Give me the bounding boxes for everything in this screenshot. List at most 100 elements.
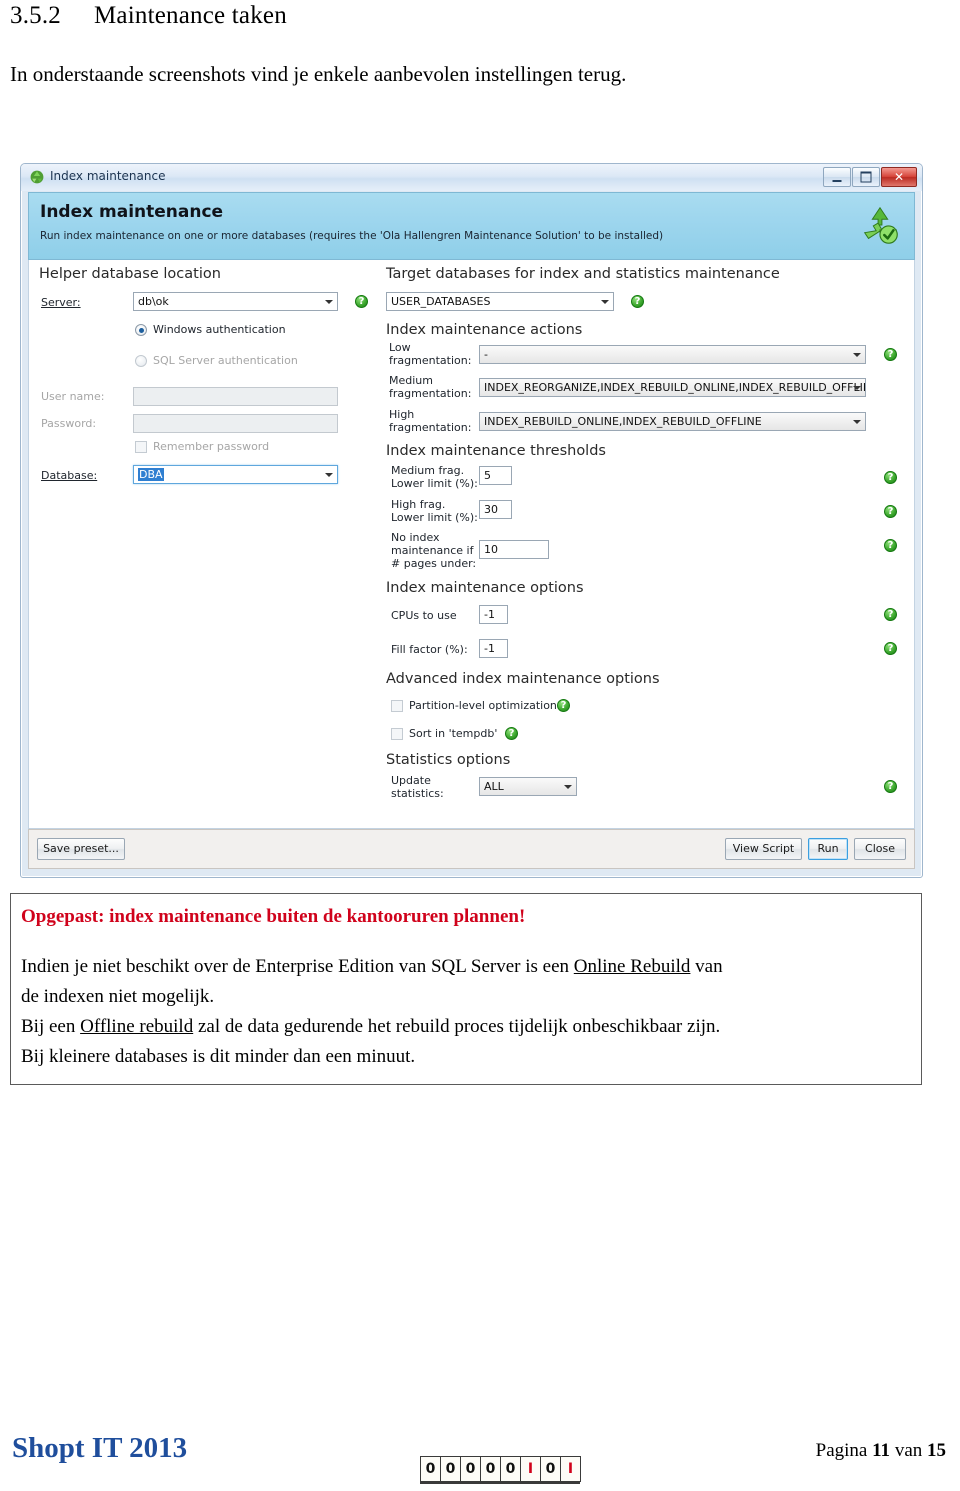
window-footer-bar: Save preset... View Script Run Close (28, 829, 915, 869)
medium-frag-label-line1: Medium (389, 374, 433, 387)
note-line-4: Bij kleinere databases is dit minder dan… (21, 1046, 416, 1067)
password-input[interactable] (133, 414, 338, 433)
page-number: 11 (872, 1440, 891, 1461)
cpus-value: -1 (484, 608, 495, 621)
help-icon-no-maintenance[interactable] (884, 539, 897, 552)
medium-fragmentation-select[interactable]: INDEX_REORGANIZE,INDEX_REBUILD_ONLINE,IN… (479, 378, 866, 397)
chevron-down-icon (853, 353, 861, 357)
offline-rebuild-term: Offline rebuild (80, 1016, 194, 1037)
thresholds-section-title: Index maintenance thresholds (386, 443, 606, 459)
actions-section-title: Index maintenance actions (386, 322, 583, 338)
help-icon-server[interactable] (355, 295, 368, 308)
high-limit-label-line1: High frag. (391, 498, 446, 511)
help-icon-medium-limit[interactable] (884, 471, 897, 484)
heading-number: 3.5.2 (10, 2, 61, 29)
close-dialog-button[interactable]: Close (854, 838, 906, 860)
no-maintenance-pages-input[interactable]: 10 (479, 540, 549, 559)
sort-tempdb-label: Sort in 'tempdb' (409, 727, 498, 740)
partition-level-label: Partition-level optimization (409, 699, 557, 712)
high-fragmentation-select[interactable]: INDEX_REBUILD_ONLINE,INDEX_REBUILD_OFFLI… (479, 412, 866, 431)
high-fragmentation-value: INDEX_REBUILD_ONLINE,INDEX_REBUILD_OFFLI… (484, 415, 762, 428)
help-icon-target-databases[interactable] (631, 295, 644, 308)
help-icon-fragmentation-actions[interactable] (884, 348, 897, 361)
update-statistics-select[interactable]: ALL (479, 777, 577, 796)
banner-subtitle: Run index maintenance on one or more dat… (40, 230, 664, 242)
target-db-section-title: Target databases for index and statistic… (386, 266, 780, 282)
statistics-section-title: Statistics options (386, 752, 511, 768)
save-preset-button[interactable]: Save preset... (37, 838, 125, 860)
help-icon-sort-tempdb[interactable] (505, 727, 518, 740)
help-icon-update-statistics[interactable] (884, 780, 897, 793)
chevron-down-icon (564, 785, 572, 789)
help-icon-partition-level[interactable] (557, 699, 570, 712)
high-lower-limit-input[interactable]: 30 (479, 500, 512, 519)
partition-level-checkbox[interactable] (391, 700, 403, 712)
note-line-1: Indien je niet beschikt over de Enterpri… (21, 956, 723, 978)
low-fragmentation-value: - (484, 348, 488, 361)
cpus-input[interactable]: -1 (479, 605, 508, 624)
chevron-down-icon (325, 300, 333, 304)
page-total: 15 (927, 1440, 946, 1461)
username-input[interactable] (133, 387, 338, 406)
high-frag-label-line2: fragmentation: (389, 421, 472, 434)
database-input[interactable]: DBA (133, 465, 338, 484)
note-line-3-a: Bij een (21, 1016, 81, 1037)
fill-factor-label: Fill factor (%): (391, 643, 468, 656)
medium-lower-limit-value: 5 (484, 469, 491, 482)
windows-auth-radio[interactable] (135, 324, 147, 336)
fill-factor-input[interactable]: -1 (479, 639, 508, 658)
window-title: Index maintenance (50, 169, 166, 183)
footer-brand: Shopt IT 2013 (12, 1432, 188, 1464)
chevron-down-icon (325, 473, 333, 477)
server-input[interactable]: db\ok (133, 292, 338, 311)
note-line-2: de indexen niet mogelijk. (21, 986, 215, 1007)
server-value: db\ok (138, 295, 169, 308)
counter-digit: 0 (501, 1457, 521, 1481)
low-frag-label-line2: fragmentation: (389, 354, 472, 367)
document-page: 3.5.2 Maintenance taken In onderstaande s… (0, 0, 960, 1491)
target-databases-value: USER_DATABASES (391, 295, 491, 308)
medium-lower-limit-input[interactable]: 5 (479, 466, 512, 485)
fill-factor-value: -1 (484, 642, 495, 655)
counter-digit: 0 (481, 1457, 501, 1481)
update-statistics-label-line2: statistics: (391, 787, 444, 800)
footer-page-indicator: Pagina 11 van 15 (816, 1440, 946, 1462)
no-maintenance-pages-value: 10 (484, 543, 498, 556)
warning-headline: Opgepast: index maintenance buiten de ka… (21, 906, 526, 927)
close-icon: ✕ (893, 170, 905, 184)
low-fragmentation-select[interactable]: - (479, 345, 866, 364)
sort-tempdb-checkbox[interactable] (391, 728, 403, 740)
no-maintenance-label-line1: No index (391, 531, 440, 544)
help-icon-high-limit[interactable] (884, 505, 897, 518)
high-limit-label-line2: Lower limit (%): (391, 511, 478, 524)
warning-note-box: Opgepast: index maintenance buiten de ka… (10, 893, 922, 1085)
footer-counter-underline (420, 1482, 580, 1484)
remember-password-label: Remember password (153, 440, 270, 453)
update-statistics-label-line1: Update (391, 774, 431, 787)
view-script-button[interactable]: View Script (725, 838, 802, 860)
help-icon-cpus[interactable] (884, 608, 897, 621)
no-maintenance-label-line2: maintenance if (391, 544, 474, 557)
maximize-button[interactable] (852, 167, 880, 187)
page-heading: 3.5.2 Maintenance taken (10, 2, 287, 30)
advanced-section-title: Advanced index maintenance options (386, 671, 660, 687)
minimize-button[interactable] (823, 167, 851, 187)
username-label: User name: (41, 390, 105, 403)
database-label: Database: (41, 469, 98, 482)
update-statistics-value: ALL (484, 780, 504, 793)
banner-heading: Index maintenance (40, 202, 224, 222)
note-line-3: Bij een Offline rebuild zal de data gedu… (21, 1016, 720, 1038)
window-titlebar: Index maintenance ✕ (21, 164, 922, 191)
footer-counter: 00000I0I (420, 1456, 581, 1482)
windows-auth-label: Windows authentication (153, 323, 286, 336)
help-icon-fill-factor[interactable] (884, 642, 897, 655)
close-button[interactable]: ✕ (881, 167, 917, 187)
run-button[interactable]: Run (808, 838, 848, 860)
remember-password-checkbox[interactable] (135, 441, 147, 453)
green-recycle-check-icon (863, 206, 898, 244)
page-middle: van (890, 1440, 927, 1461)
counter-digit: 0 (421, 1457, 441, 1481)
target-databases-input[interactable]: USER_DATABASES (386, 292, 614, 311)
page-prefix: Pagina (815, 1440, 873, 1461)
sql-auth-radio[interactable] (135, 355, 147, 367)
